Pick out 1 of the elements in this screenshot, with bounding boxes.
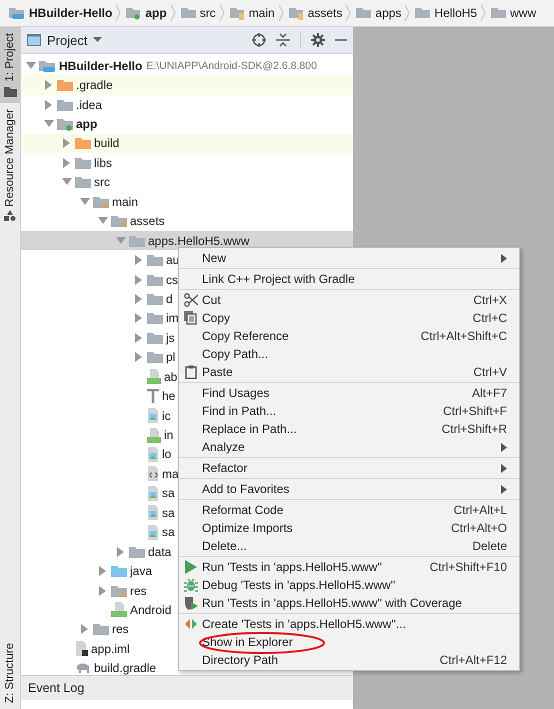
module-path: E:\UNIAPP\Android-SDK@2.6.8.800 [146, 60, 317, 72]
